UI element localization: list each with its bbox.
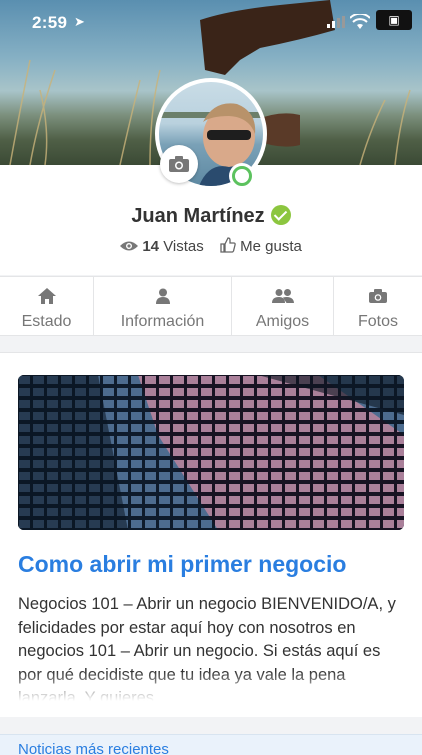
signal-icon [327, 16, 345, 28]
tab-fotos[interactable]: Fotos [334, 277, 422, 335]
post-image[interactable] [18, 375, 404, 530]
profile-name: Juan Martínez [131, 205, 265, 227]
status-bar: 2:59 ➤ ▣ [0, 0, 422, 46]
likes-label: Me gusta [240, 238, 302, 255]
user-icon [156, 288, 170, 304]
online-status-indicator [229, 163, 255, 189]
post-excerpt: Negocios 101 – Abrir un negocio BIENVENI… [18, 593, 408, 701]
verified-icon [270, 205, 291, 225]
tab-label: Estado [21, 313, 72, 330]
next-section-header[interactable]: Noticias más recientes [0, 734, 422, 755]
views-label: Vistas [163, 238, 204, 255]
tab-amigos[interactable]: Amigos [232, 277, 334, 335]
tab-label: Amigos [255, 313, 310, 330]
profile-stats: 14 Vistas Me gusta [0, 237, 422, 255]
wifi-icon [350, 14, 370, 29]
camera-icon [169, 156, 189, 172]
change-avatar-button[interactable] [160, 145, 198, 183]
change-cover-icon[interactable]: ▣ [376, 10, 412, 30]
eye-icon [120, 241, 139, 251]
post-title[interactable]: Como abrir mi primer negocio [18, 551, 408, 578]
home-icon [38, 288, 56, 304]
tab-estado[interactable]: Estado [0, 277, 94, 335]
thumbs-up-icon [220, 237, 236, 253]
tab-informacion[interactable]: Información [94, 277, 232, 335]
tab-label: Información [120, 313, 205, 330]
next-section-label: Noticias más recientes [18, 741, 169, 755]
views-stat: 14 Vistas [120, 238, 204, 255]
tab-label: Fotos [357, 313, 398, 330]
status-time: 2:59 [32, 13, 68, 32]
profile-name-row: Juan Martínez [0, 205, 422, 228]
post-card[interactable]: Como abrir mi primer negocio Negocios 10… [0, 352, 422, 717]
location-icon: ➤ [74, 14, 85, 29]
views-count: 14 [142, 238, 160, 255]
profile-tabs: Estado Información Amigos Fotos [0, 276, 422, 336]
users-icon [272, 289, 294, 303]
camera-icon [369, 289, 387, 303]
text-fade [18, 671, 408, 701]
like-button[interactable]: Me gusta [220, 237, 302, 255]
